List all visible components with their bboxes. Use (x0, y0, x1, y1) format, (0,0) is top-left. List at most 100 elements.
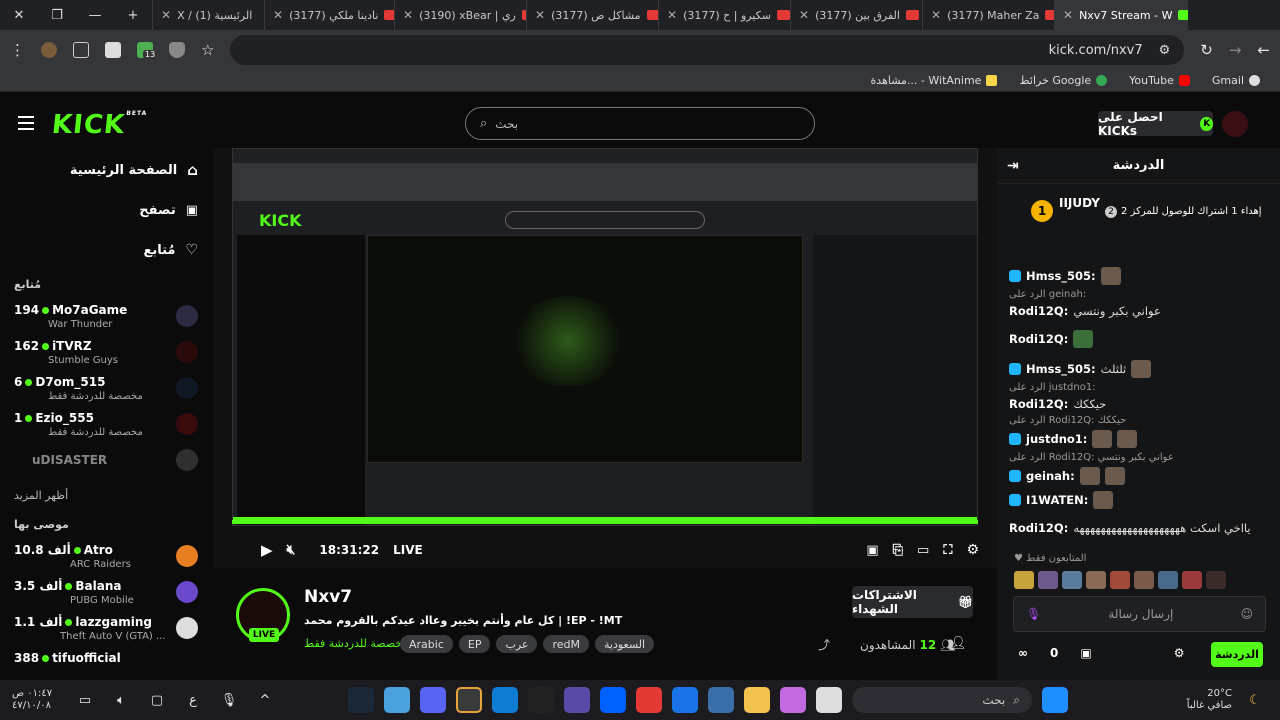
chat-settings-icon[interactable]: ⚙ (1174, 646, 1185, 660)
gift-subs-button[interactable]: الاشتراكات الشهداء 🎁︎ (852, 586, 973, 618)
steam-icon[interactable] (348, 687, 374, 713)
close-tab-icon[interactable]: ✕ (535, 8, 545, 22)
close-tab-icon[interactable]: ✕ (403, 8, 413, 22)
outlook-icon[interactable] (672, 687, 698, 713)
windows-start-icon[interactable] (1042, 687, 1068, 713)
sidebar-channel[interactable]: 6 D7om_515 مخصصة للدردشة فقط (0, 371, 210, 407)
app-icon[interactable] (636, 687, 662, 713)
app-icon[interactable] (384, 687, 410, 713)
sidebar-channel[interactable]: 1 Ezio_555 مخصصة للدردشة فقط (0, 407, 210, 443)
browser-tab[interactable]: ✕ (3177) مشاكل ص (526, 0, 658, 30)
theater-mode-icon[interactable]: ▭ (917, 543, 929, 558)
sidebar-channel[interactable]: 162 iTVRZ Stumble Guys (0, 335, 210, 371)
get-kicks-button[interactable]: احصل على KICKs K (1098, 110, 1213, 138)
close-tab-icon[interactable]: ✕ (161, 8, 171, 22)
weather-widget[interactable]: 20°C صافي غالباً (1187, 688, 1232, 712)
restore-window-button[interactable]: ❐ (38, 0, 76, 30)
sidebar-channel[interactable]: 3.5 ألف Balana PUBG Mobile (0, 575, 210, 611)
epic-games-icon[interactable] (528, 687, 554, 713)
app-icon[interactable] (816, 687, 842, 713)
discord-icon[interactable] (420, 687, 446, 713)
taskbar-search[interactable]: بحث ⌕ (852, 687, 1032, 713)
copilot-icon[interactable] (780, 687, 806, 713)
mic-icon[interactable]: 🎙︎ (216, 687, 242, 713)
close-tab-icon[interactable]: ✕ (931, 8, 941, 22)
streamer-name[interactable]: Nxv7 (304, 587, 352, 607)
sidebar-channel-offline[interactable]: uDISASTER (0, 443, 210, 479)
language-icon[interactable]: ع (180, 687, 206, 713)
emoji-icon[interactable]: ☺ (1240, 607, 1253, 621)
close-tab-icon[interactable]: ✕ (273, 8, 283, 22)
bookmark-witanime[interactable]: مشاهدة... - WitAnime (871, 74, 998, 87)
kick-logo[interactable]: KICKBETA (50, 110, 147, 140)
infinity-icon[interactable]: ∞ (1018, 646, 1028, 660)
nav-following[interactable]: ♡ مُتابع (0, 230, 210, 270)
dropbox-icon[interactable] (600, 687, 626, 713)
edge-icon[interactable] (492, 687, 518, 713)
browser-tab-active[interactable]: ✕ Nxv7 Stream - W (1054, 0, 1188, 30)
new-tab-button[interactable]: + (114, 0, 152, 30)
browser-tab[interactable]: ✕ (3177) نادينا ملكي (264, 0, 394, 30)
taskbar-clock[interactable]: ٠١:٤٧ ص ٤٧/١٠/٠٨ (12, 688, 62, 712)
tag-pill[interactable]: Arabic (400, 635, 453, 653)
speaker-icon[interactable]: 🔈︎ (108, 687, 134, 713)
bookmark-youtube[interactable]: YouTube (1129, 74, 1190, 87)
sidebar-channel[interactable]: 10.8 ألف Atro ARC Raiders (0, 539, 210, 575)
tag-pill[interactable]: عرب (496, 635, 538, 653)
monitor-icon[interactable]: ▢ (144, 687, 170, 713)
chat-message-input[interactable]: 🎙︎ إرسال رسالة ☺ (1013, 596, 1266, 632)
tag-pill[interactable]: السعودية (595, 635, 655, 653)
chat-send-button[interactable]: الدردشة (1211, 642, 1263, 667)
reload-icon[interactable]: ↻ (1200, 41, 1213, 59)
close-window-button[interactable]: ✕ (0, 0, 38, 30)
video-progress-bar[interactable] (232, 520, 978, 524)
sidebar-channel[interactable]: 1.1 ألف lazzgaming Theft Auto V (GTA) ... (0, 611, 210, 647)
close-tab-icon[interactable]: ✕ (667, 8, 677, 22)
explorer-icon[interactable] (744, 687, 770, 713)
collapse-chat-icon[interactable]: ⇥ (1007, 158, 1019, 174)
nav-home[interactable]: ⌂ الصفحة الرئيسية (0, 150, 210, 190)
chevron-up-icon[interactable]: ^ (252, 687, 278, 713)
mic-icon[interactable]: 🎙︎ (1026, 607, 1041, 621)
extensions-icon[interactable] (73, 42, 89, 58)
extension-icon[interactable] (105, 42, 121, 58)
menu-dots-icon[interactable]: ⋮ (10, 41, 25, 59)
stream-category[interactable]: مخصصة للدردشة فقط (304, 637, 408, 650)
browser-tab[interactable]: ✕ (3177) سكيرو | ح (658, 0, 790, 30)
tag-pill[interactable]: redM (543, 635, 589, 653)
browser-tab[interactable]: ✕ (3177) الفرق بين (790, 0, 922, 30)
browser-tab[interactable]: ✕ X / الرئيسية (1) (152, 0, 264, 30)
bookmark-gmail[interactable]: Gmail (1212, 74, 1260, 87)
settings-icon[interactable]: ⚙ (966, 542, 979, 558)
browser-tab[interactable]: ✕ (3177) Maher Za (922, 0, 1054, 30)
user-avatar[interactable] (1222, 111, 1248, 137)
extension-badge-icon[interactable]: 13 (137, 42, 158, 59)
fullscreen-icon[interactable]: ⛶ (943, 543, 952, 558)
follow-icon[interactable]: 👤︎ (950, 636, 967, 651)
sidebar-channel[interactable]: 194 Mo7aGame War Thunder (0, 299, 210, 335)
sidebar-channel[interactable]: 388 tifuofficial (0, 647, 210, 680)
profile-avatar[interactable] (41, 42, 57, 58)
share-icon[interactable]: ⤴ (818, 636, 830, 653)
mute-icon[interactable]: 🔇︎ (287, 542, 296, 558)
back-icon[interactable]: ← (1257, 41, 1270, 59)
gift-box-icon[interactable]: ▣ (1080, 646, 1091, 660)
browser-tab[interactable]: ✕ (3190) xBear | ري (394, 0, 526, 30)
store-icon[interactable] (708, 687, 734, 713)
bookmark-maps[interactable]: خرائط Google (1019, 74, 1108, 87)
url-bar[interactable]: kick.com/nxv7 ⚙ (230, 35, 1185, 65)
shield-icon[interactable] (169, 42, 185, 58)
show-more-link[interactable]: أظهر المزيد (0, 479, 210, 510)
close-tab-icon[interactable]: ✕ (1063, 8, 1073, 22)
pip-icon[interactable]: ▣ (866, 543, 878, 558)
forward-icon[interactable]: → (1229, 41, 1242, 59)
search-input[interactable]: ⌕ بحث (465, 107, 815, 140)
bookmark-star-icon[interactable]: ☆ (201, 41, 214, 59)
battery-icon[interactable]: ▭ (72, 687, 98, 713)
minimize-window-button[interactable]: — (76, 0, 114, 30)
chrome-icon[interactable] (456, 687, 482, 713)
hamburger-menu-icon[interactable] (18, 116, 34, 130)
site-settings-icon[interactable]: ⚙ (1159, 43, 1171, 58)
nav-browse[interactable]: ▣ تصفح (0, 190, 210, 230)
close-tab-icon[interactable]: ✕ (799, 8, 809, 22)
